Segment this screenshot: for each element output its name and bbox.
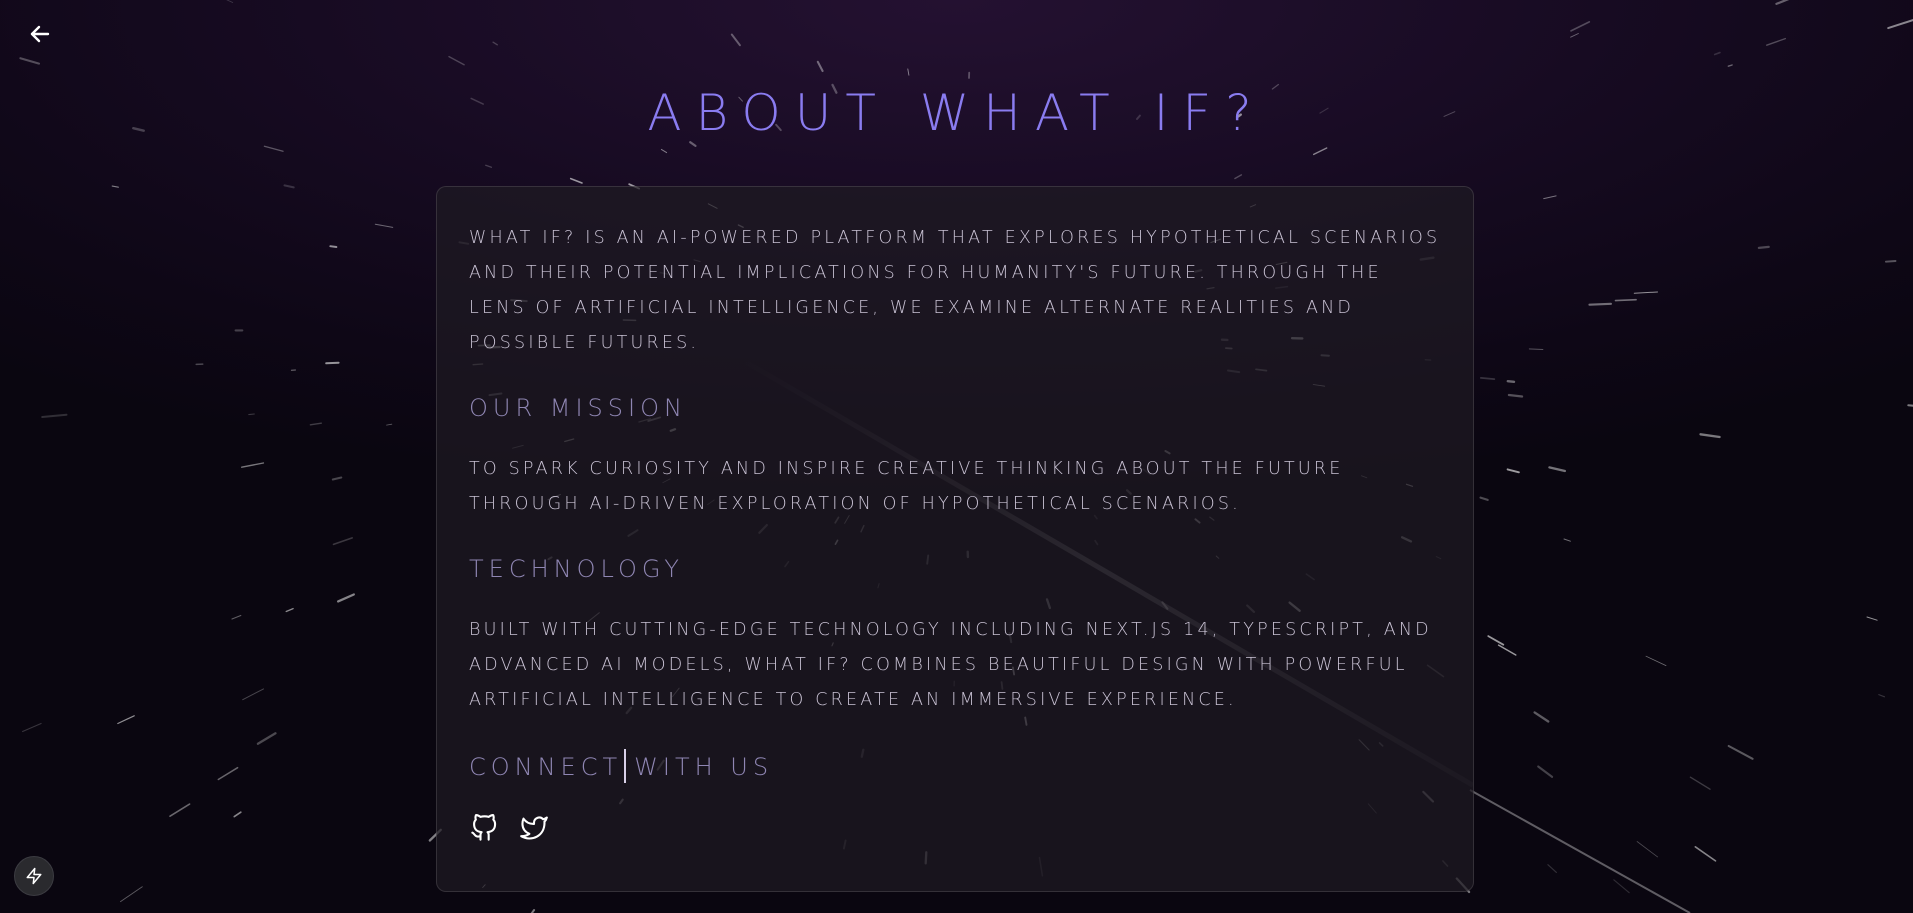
github-icon (471, 814, 497, 841)
about-card: WHAT IF? IS AN AI-POWERED PLATFORM THAT … (436, 186, 1474, 892)
star-streak (263, 145, 284, 152)
star-streak (1636, 841, 1658, 858)
star-streak (1570, 21, 1591, 32)
star-streak (283, 184, 295, 189)
star-streak (374, 223, 394, 228)
star-streak (1645, 655, 1667, 666)
star-streak (1528, 348, 1544, 350)
star-streak (1588, 302, 1613, 306)
star-streak (1713, 51, 1721, 56)
page-title: ABOUT WHAT IF? (647, 84, 1266, 142)
star-streak (1234, 174, 1243, 180)
star-streak (1479, 496, 1489, 501)
intro-paragraph: WHAT IF? IS AN AI-POWERED PLATFORM THAT … (469, 228, 1441, 353)
star-streak (1727, 64, 1733, 67)
star-streak (485, 164, 493, 168)
technology-paragraph: BUILT WITH CUTTING-EDGE TECHNOLOGY INCLU… (469, 620, 1432, 710)
star-streak (660, 148, 668, 154)
star-streak (1570, 33, 1579, 38)
star-streak (233, 811, 242, 818)
star-streak (1613, 879, 1630, 894)
star-streak (1633, 291, 1658, 294)
star-streak (1543, 195, 1557, 200)
star-streak (1507, 393, 1524, 398)
star-streak (1765, 37, 1787, 46)
star-streak (22, 722, 42, 733)
star-streak (1537, 765, 1554, 778)
star-streak (325, 361, 340, 365)
star-streak (41, 413, 68, 418)
star-streak (1563, 538, 1571, 542)
twitter-icon (520, 816, 548, 840)
star-streak (117, 715, 135, 725)
star-streak (1775, 0, 1790, 6)
technology-heading: TECHNOLOGY (469, 555, 684, 583)
star-streak (231, 614, 242, 620)
star-streak (569, 177, 583, 184)
star-streak (226, 0, 234, 3)
lightning-bolt-icon (26, 867, 42, 885)
star-streak (816, 60, 824, 73)
star-streak (242, 688, 264, 701)
star-streak (1694, 845, 1717, 862)
social-links (469, 813, 1441, 843)
star-streak (1506, 468, 1520, 474)
star-streak (285, 607, 294, 613)
star-streak (492, 41, 498, 46)
star-streak (1497, 644, 1517, 656)
page-background: ABOUT WHAT IF? WHAT IF? IS AN AI-POWERED… (0, 0, 1913, 913)
star-streak (309, 422, 322, 426)
connect-heading-part1: CONNECT (469, 753, 623, 781)
star-streak (1689, 776, 1711, 790)
star-streak (240, 462, 265, 468)
star-streak (448, 55, 465, 66)
mission-paragraph: TO SPARK CURIOSITY AND INSPIRE CREATIVE … (469, 459, 1344, 514)
star-streak (1614, 298, 1637, 302)
star-streak (1727, 744, 1754, 760)
mission-heading: OUR MISSION (469, 394, 687, 422)
star-streak (19, 57, 41, 65)
star-streak (217, 766, 239, 781)
star-streak (1480, 376, 1496, 381)
star-streak (386, 423, 393, 426)
star-streak (1506, 380, 1516, 383)
star-streak (1884, 260, 1897, 263)
star-streak (1548, 466, 1567, 473)
twitter-link[interactable] (519, 813, 549, 843)
star-streak (169, 803, 191, 818)
star-streak (1699, 433, 1721, 439)
star-streak (730, 33, 741, 47)
back-button[interactable] (22, 16, 58, 52)
github-link[interactable] (469, 813, 499, 843)
connect-heading: CONNECT WITH US (469, 749, 1441, 785)
star-streak (1866, 616, 1878, 621)
arrow-left-icon (30, 25, 50, 43)
quick-action-button[interactable] (14, 856, 54, 896)
star-streak (332, 537, 354, 546)
star-streak (1757, 245, 1770, 250)
star-streak (689, 141, 697, 147)
star-streak (1487, 635, 1505, 646)
star-streak (1907, 404, 1913, 407)
star-streak (111, 185, 119, 188)
star-streak (336, 593, 355, 603)
star-streak (1547, 864, 1558, 874)
star-streak (256, 732, 277, 745)
star-streak (1887, 19, 1913, 30)
star-streak (907, 68, 910, 76)
star-streak (1878, 694, 1886, 698)
star-streak (1533, 711, 1550, 723)
star-streak (331, 476, 343, 481)
connect-heading-part2: WITH US (634, 753, 774, 781)
star-streak (329, 245, 338, 248)
star-streak (248, 413, 255, 416)
light-beam (1469, 789, 1691, 913)
star-streak (1312, 147, 1328, 156)
text-caret (624, 749, 627, 783)
star-streak (120, 886, 143, 903)
